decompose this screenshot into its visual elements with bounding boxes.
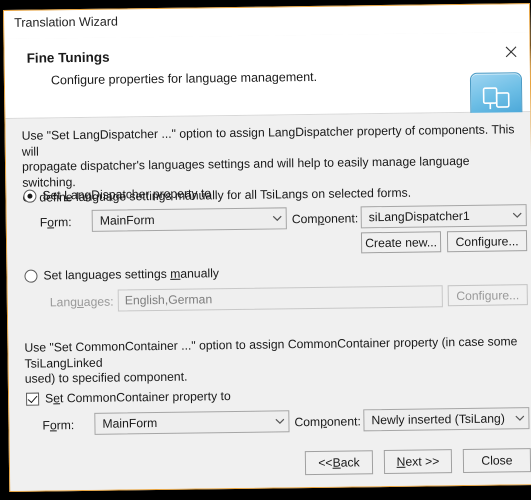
- dispatcher-configure-button[interactable]: Configure...: [446, 230, 528, 253]
- dispatcher-component-value: siLangDispatcher1: [368, 208, 470, 225]
- two-windows-glyph: [482, 87, 510, 110]
- languages-input[interactable]: English,German: [117, 285, 443, 312]
- container-description: Use "Set CommonContainer ..." option to …: [24, 334, 518, 386]
- dispatcher-component-combo[interactable]: siLangDispatcher1: [360, 204, 527, 229]
- create-new-button[interactable]: Create new...: [360, 231, 442, 254]
- window-title: Translation Wizard: [14, 14, 119, 30]
- checkbox-container-indicator: [26, 392, 40, 406]
- dispatcher-form-value: MainForm: [99, 213, 155, 228]
- container-form-value: MainForm: [102, 416, 158, 431]
- translation-wizard-window: Translation Wizard Fine Tunings Configur…: [3, 3, 531, 492]
- radio-set-langdispatcher[interactable]: Set LangDispatcher property to: [23, 186, 211, 202]
- chevron-down-icon: [268, 215, 286, 222]
- back-button[interactable]: << Back: [304, 450, 374, 476]
- close-button[interactable]: Close: [462, 448, 531, 474]
- container-component-combo[interactable]: Newly inserted (TsiLang): [363, 407, 530, 432]
- radio-dispatcher-indicator: [23, 189, 37, 203]
- radio-dispatcher-label: Set LangDispatcher property to: [42, 186, 212, 203]
- languages-value: English,German: [124, 292, 213, 308]
- next-button[interactable]: Next >>: [383, 449, 453, 475]
- radio-set-languages-manually[interactable]: Set languages settings manually: [24, 266, 219, 283]
- languages-label: Languages:: [49, 294, 114, 310]
- radio-manual-indicator: [24, 269, 38, 283]
- chevron-down-icon: [270, 418, 288, 425]
- wizard-body: Use "Set LangDispatcher ..." option to a…: [5, 112, 531, 492]
- radio-manual-label: Set languages settings manually: [43, 266, 220, 283]
- chevron-down-icon: [508, 212, 526, 218]
- container-form-combo[interactable]: MainForm: [94, 410, 290, 435]
- wizard-header: Fine Tunings Configure properties for la…: [4, 32, 531, 125]
- dispatcher-form-combo[interactable]: MainForm: [91, 207, 287, 232]
- checkbox-container-label: Set CommonContainer property to: [44, 389, 231, 406]
- checkbox-set-commoncontainer[interactable]: Set CommonContainer property to: [26, 389, 231, 406]
- dispatcher-form-label: Form:: [39, 215, 72, 230]
- page-title: Fine Tunings: [26, 49, 110, 66]
- container-component-value: Newly inserted (TsiLang): [371, 411, 505, 428]
- close-icon: [505, 45, 517, 57]
- container-component-label: Component:: [294, 414, 361, 430]
- screen-root: Translation Wizard Fine Tunings Configur…: [0, 0, 531, 500]
- languages-configure-button: Configure...: [447, 284, 528, 307]
- chevron-down-icon: [510, 415, 528, 421]
- page-subtitle: Configure properties for language manage…: [50, 69, 318, 88]
- dispatcher-component-label: Component:: [291, 211, 359, 227]
- close-window-button[interactable]: [499, 40, 521, 62]
- container-form-label: Form:: [42, 418, 75, 433]
